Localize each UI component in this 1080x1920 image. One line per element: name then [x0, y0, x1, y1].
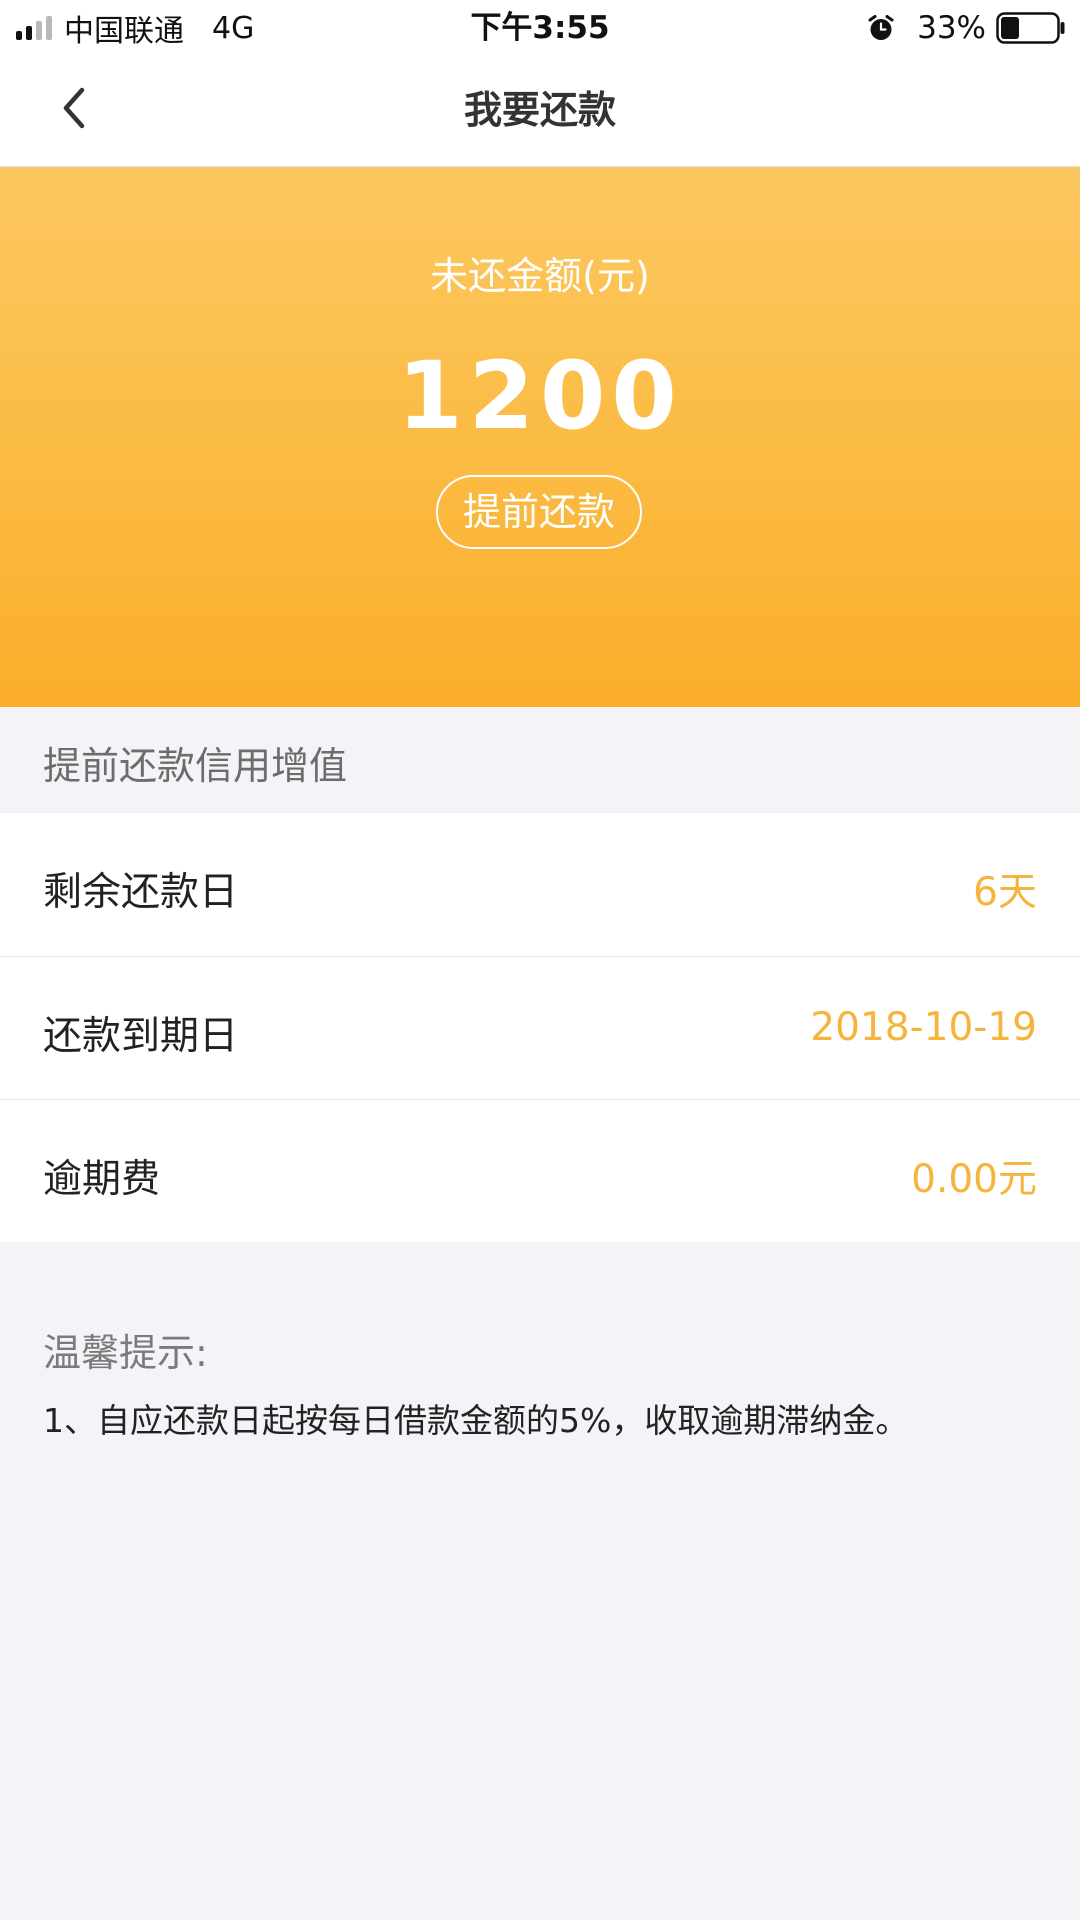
remaining-days-value: 6天 — [973, 870, 1037, 915]
section-header: 提前还款信用增值 — [0, 707, 1080, 813]
tips-item: 1、自应还款日起按每日借款金额的5%，收取逾期滞纳金。 — [43, 1401, 909, 1440]
overdue-fee-label: 逾期费 — [43, 1157, 161, 1202]
status-right: 33% — [867, 6, 1066, 50]
page-title: 我要还款 — [463, 88, 616, 132]
outstanding-amount-label: 未还金额(元) — [430, 254, 650, 298]
section-header-title: 提前还款信用增值 — [43, 744, 348, 788]
battery-percent: 33% — [917, 10, 986, 46]
due-date-label: 还款到期日 — [43, 1014, 239, 1059]
outstanding-amount-value: 1200 — [397, 342, 683, 451]
due-date-value: 2018-10-19 — [810, 1005, 1037, 1050]
repayment-info-list: 剩余还款日 6天 还款到期日 2018-10-19 逾期费 0.00元 — [0, 813, 1080, 1242]
alarm-clock-icon — [868, 15, 894, 40]
overdue-fee-value: 0.00元 — [911, 1157, 1037, 1202]
info-row-due-date: 还款到期日 2018-10-19 — [0, 956, 1080, 1099]
info-row-overdue-fee: 逾期费 0.00元 — [0, 1099, 1080, 1242]
battery-fill — [1001, 17, 1019, 39]
nav-bar: 我要还款 — [0, 54, 1080, 167]
outstanding-amount-banner: 未还金额(元) 1200 提前还款 — [0, 167, 1080, 707]
remaining-days-label: 剩余还款日 — [43, 870, 239, 915]
tips-title: 温馨提示: — [43, 1331, 208, 1375]
prepay-button[interactable]: 提前还款 — [436, 475, 642, 549]
info-row-remaining-days: 剩余还款日 6天 — [0, 813, 1080, 956]
status-bar: 中国联通 4G 下午3:55 33% — [0, 0, 1080, 54]
battery-icon — [996, 12, 1065, 44]
